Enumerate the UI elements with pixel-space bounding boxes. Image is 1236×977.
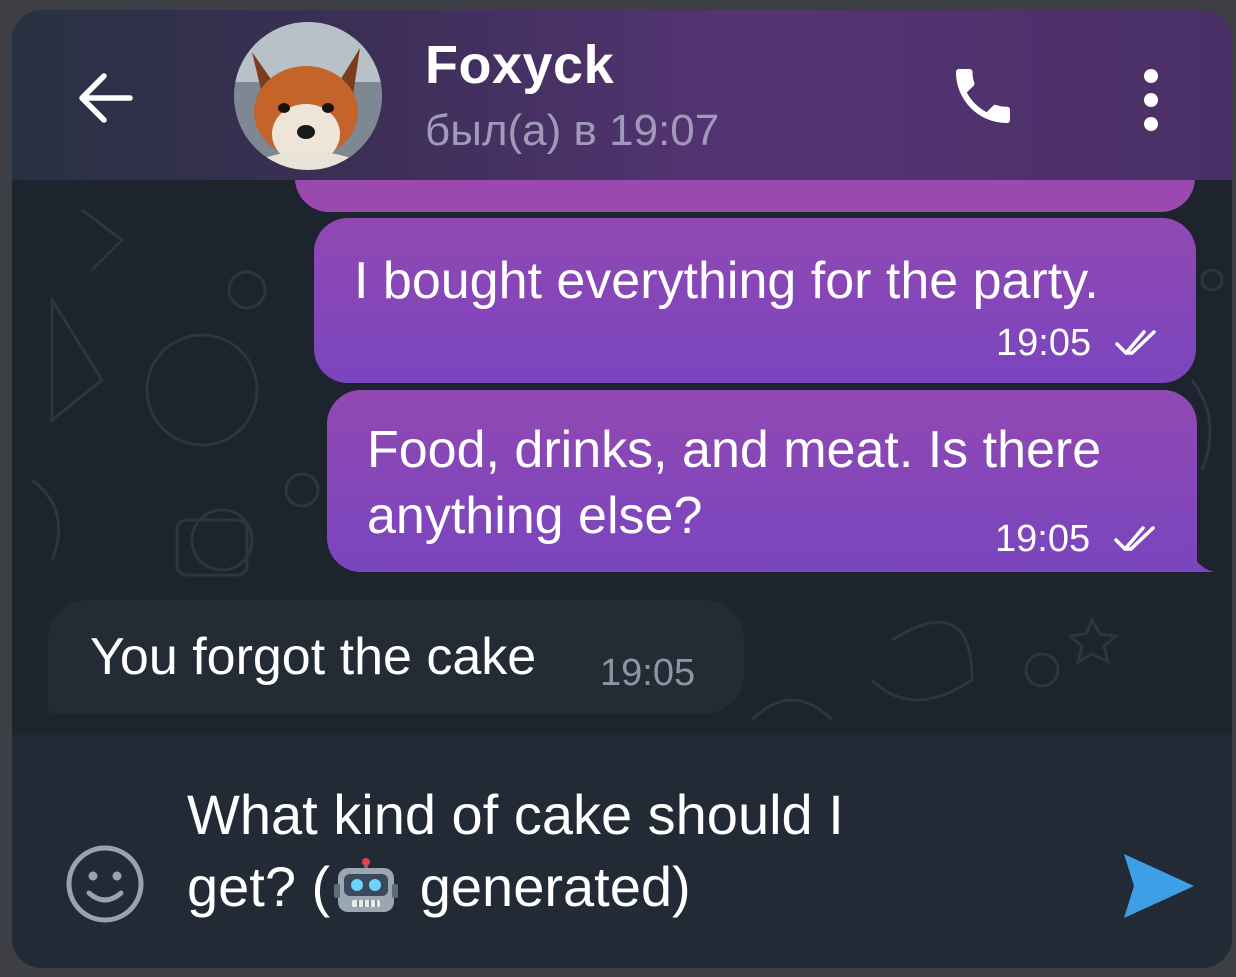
message-input-line: What kind of cake should I (187, 783, 844, 846)
message-text-line: anything else? (367, 487, 703, 545)
chat-screen: Foxyck был(а) в 19:07 I bought everythin… (12, 10, 1232, 968)
double-check-icon (1114, 526, 1155, 551)
message-input-fragment: generated) (404, 855, 691, 918)
double-check-icon (1115, 330, 1156, 355)
chat-header: Foxyck был(а) в 19:07 (12, 10, 1232, 180)
message-time: 19:05 (600, 652, 696, 694)
message-text: I bought everything for the party. (354, 252, 1099, 310)
message-text-line: Food, drinks, and meat. Is there (367, 421, 1102, 479)
back-button[interactable] (70, 62, 142, 134)
message-input[interactable]: What kind of cake should I get? ( genera… (187, 779, 1067, 923)
previous-message-bubble[interactable] (295, 180, 1195, 212)
message-bubble-outgoing[interactable]: Food, drinks, and meat. Is there anythin… (327, 390, 1197, 572)
last-seen-status: был(а) в 19:07 (425, 106, 720, 155)
message-bubble-incoming[interactable]: You forgot the cake 19:05 (48, 600, 744, 714)
message-input-line: get? ( generated) (187, 851, 1067, 923)
message-list[interactable]: I bought everything for the party. 19:05… (12, 180, 1232, 735)
message-text: You forgot the cake (90, 628, 537, 686)
more-menu-button[interactable] (1130, 60, 1172, 140)
smiley-icon (66, 845, 144, 923)
send-button[interactable] (1120, 850, 1196, 922)
bubble-tail (1184, 540, 1214, 572)
message-input-fragment: get? ( (187, 855, 331, 918)
emoji-button[interactable] (64, 843, 146, 925)
message-time: 19:05 (995, 518, 1091, 560)
robot-emoji-icon (334, 858, 399, 912)
phone-icon (956, 69, 1010, 123)
fox-photo (234, 22, 382, 170)
more-vertical-icon (1144, 69, 1158, 131)
message-composer: What kind of cake should I get? ( genera… (12, 735, 1232, 968)
contact-name[interactable]: Foxyck (425, 34, 614, 96)
send-icon (1124, 854, 1194, 918)
arrow-left-icon (79, 73, 133, 123)
avatar[interactable] (234, 22, 382, 170)
call-button[interactable] (947, 60, 1019, 132)
message-bubble-outgoing[interactable]: I bought everything for the party. 19:05 (314, 218, 1196, 383)
message-time: 19:05 (996, 322, 1092, 364)
